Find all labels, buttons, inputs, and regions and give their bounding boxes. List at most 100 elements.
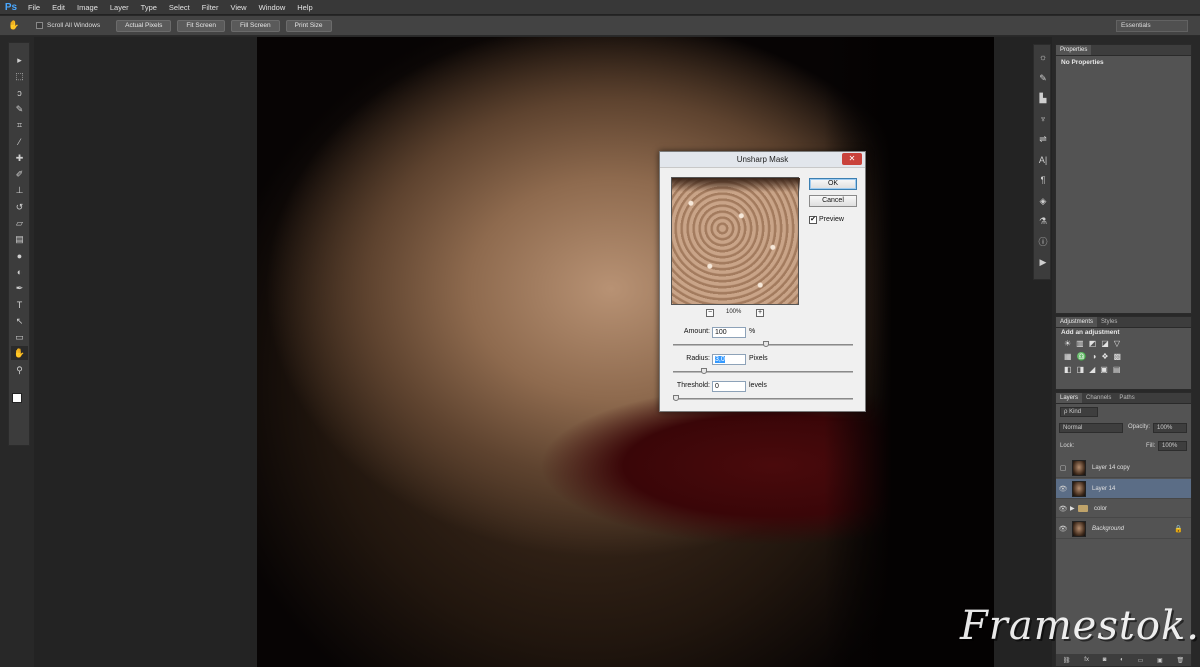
eye-icon[interactable]: 👁 xyxy=(1056,505,1070,513)
tab-channels[interactable]: Channels xyxy=(1082,393,1115,403)
layer-name[interactable]: Background xyxy=(1092,526,1174,532)
layer-name[interactable]: Layer 14 xyxy=(1092,486,1115,492)
opacity-field[interactable]: 100% xyxy=(1153,423,1187,433)
history-brush-icon[interactable]: ↺ xyxy=(11,200,28,214)
panel-shortcut-icon[interactable]: ▶ xyxy=(1037,256,1049,268)
layers-footer-icon[interactable]: ◐ xyxy=(1120,657,1124,663)
amount-slider-thumb[interactable] xyxy=(763,341,770,347)
panel-shortcut-icon[interactable]: ☼ xyxy=(1037,51,1049,63)
visibility-toggle[interactable]: ▢ xyxy=(1056,464,1070,472)
layers-footer-icon[interactable]: fx xyxy=(1084,657,1089,663)
marquee-icon[interactable]: ⬚ xyxy=(11,69,28,83)
threshold-slider[interactable] xyxy=(673,395,853,401)
adjustment-icon[interactable]: ♎ xyxy=(1077,352,1087,361)
crop-icon[interactable]: ⌗ xyxy=(11,118,28,132)
fill-screen-button[interactable]: Fill Screen xyxy=(230,19,280,32)
adjustment-icon[interactable]: ▽ xyxy=(1114,339,1120,348)
amount-field[interactable]: 100 xyxy=(712,327,746,338)
scroll-all-windows-checkbox[interactable] xyxy=(36,22,43,29)
adjustment-icon[interactable]: ▣ xyxy=(1100,365,1108,374)
tab-properties[interactable]: Properties xyxy=(1056,45,1092,55)
adjustment-icon[interactable]: ◪ xyxy=(1101,339,1109,348)
foreground-color-swatch[interactable] xyxy=(12,393,22,403)
tab-adjustments[interactable]: Adjustments xyxy=(1056,317,1098,327)
clone-stamp-icon[interactable]: ⊥ xyxy=(11,183,28,197)
layer-row[interactable]: 👁 Background 🔒 xyxy=(1056,519,1191,539)
brush-icon[interactable]: ✐ xyxy=(11,167,28,181)
eyedropper-icon[interactable]: ⁄ xyxy=(11,135,28,149)
layer-row[interactable]: ▢ Layer 14 copy xyxy=(1056,458,1191,478)
lasso-icon[interactable]: ↄ xyxy=(11,86,28,100)
panel-shortcut-icon[interactable]: ◈ xyxy=(1037,195,1049,207)
menu-layer[interactable]: Layer xyxy=(104,0,135,15)
pen-icon[interactable]: ✒ xyxy=(11,281,28,295)
adjustment-icon[interactable]: ◢ xyxy=(1089,365,1095,374)
hand-icon[interactable]: ✋ xyxy=(4,20,24,31)
adjustment-icon[interactable]: ◩ xyxy=(1089,339,1097,348)
panel-shortcut-icon[interactable]: ⚗ xyxy=(1037,215,1049,227)
print-size-button[interactable]: Print Size xyxy=(285,19,332,32)
move-icon[interactable]: ▸ xyxy=(11,53,28,67)
adjustment-icon[interactable]: ◧ xyxy=(1064,365,1072,374)
layer-kind-filter[interactable]: ρ Kind xyxy=(1060,407,1098,417)
adjustment-icon[interactable]: ▦ xyxy=(1064,352,1072,361)
panel-shortcut-icon[interactable]: ⇌ xyxy=(1037,133,1049,145)
cancel-button[interactable]: Cancel xyxy=(809,195,857,207)
adjustment-icon[interactable]: ◑ xyxy=(1092,352,1097,361)
actual-pixels-button[interactable]: Actual Pixels xyxy=(116,19,172,32)
panel-shortcut-icon[interactable]: ✎ xyxy=(1037,72,1049,84)
tab-styles[interactable]: Styles xyxy=(1097,317,1121,327)
menu-window[interactable]: Window xyxy=(253,0,292,15)
adjustment-icon[interactable]: ▤ xyxy=(1113,365,1121,374)
eye-icon[interactable]: 👁 xyxy=(1056,485,1070,493)
fill-field[interactable]: 100% xyxy=(1158,441,1187,451)
layers-footer-icon[interactable]: ▭ xyxy=(1138,657,1144,664)
threshold-slider-thumb[interactable] xyxy=(673,395,679,401)
document-image[interactable] xyxy=(257,37,994,667)
threshold-field[interactable]: 0 xyxy=(712,381,746,392)
adjustment-icon[interactable]: ◨ xyxy=(1077,365,1085,374)
zoom-in-icon[interactable]: + xyxy=(756,309,764,317)
adjustment-icon[interactable]: ▥ xyxy=(1076,339,1084,348)
menu-type[interactable]: Type xyxy=(135,0,163,15)
expand-arrow-icon[interactable]: ▶ xyxy=(1070,505,1076,512)
menu-file[interactable]: File xyxy=(22,0,46,15)
gradient-icon[interactable]: ▤ xyxy=(11,232,28,246)
menu-select[interactable]: Select xyxy=(163,0,196,15)
panel-shortcut-icon[interactable]: ¶ xyxy=(1037,174,1049,186)
preview-checkbox[interactable]: ✔ xyxy=(809,216,817,224)
shape-icon[interactable]: ▭ xyxy=(11,330,28,344)
filter-preview[interactable] xyxy=(671,177,800,305)
menu-image[interactable]: Image xyxy=(71,0,104,15)
adjustment-icon[interactable]: ▩ xyxy=(1114,352,1122,361)
layers-footer-icon[interactable]: ◙ xyxy=(1103,657,1107,663)
layers-footer-icon[interactable]: 🗑 xyxy=(1176,657,1184,664)
panel-shortcut-icon[interactable]: ⓘ xyxy=(1037,236,1049,248)
layer-name[interactable]: Layer 14 copy xyxy=(1092,465,1130,471)
blend-mode-select[interactable]: Normal xyxy=(1059,423,1123,433)
radius-slider-thumb[interactable] xyxy=(700,368,707,374)
zoom-out-icon[interactable]: − xyxy=(706,309,714,317)
eye-icon[interactable]: 👁 xyxy=(1056,525,1070,533)
close-icon[interactable]: ✕ xyxy=(842,153,862,165)
quick-select-icon[interactable]: ✎ xyxy=(11,102,28,116)
layer-row[interactable]: 👁 ▶ color xyxy=(1056,500,1191,518)
radius-field[interactable]: 3,0 xyxy=(712,354,746,365)
radius-slider[interactable] xyxy=(673,368,853,374)
type-icon[interactable]: T xyxy=(11,298,28,312)
panel-shortcut-icon[interactable]: ▙ xyxy=(1037,92,1049,104)
fit-screen-button[interactable]: Fit Screen xyxy=(177,19,225,32)
blur-icon[interactable]: ● xyxy=(11,249,28,263)
adjustment-icon[interactable]: ☀ xyxy=(1064,339,1071,348)
menu-view[interactable]: View xyxy=(224,0,252,15)
layers-footer-icon[interactable]: ⛓ xyxy=(1063,657,1071,664)
menu-help[interactable]: Help xyxy=(291,0,318,15)
menu-edit[interactable]: Edit xyxy=(46,0,71,15)
dodge-icon[interactable]: ◐ xyxy=(11,265,28,279)
layer-name[interactable]: color xyxy=(1094,506,1107,512)
tab-paths[interactable]: Paths xyxy=(1115,393,1138,403)
amount-slider[interactable] xyxy=(673,341,853,347)
hand-icon[interactable]: ✋ xyxy=(11,346,28,361)
healing-brush-icon[interactable]: ✚ xyxy=(11,151,28,165)
ok-button[interactable]: OK xyxy=(809,178,857,190)
